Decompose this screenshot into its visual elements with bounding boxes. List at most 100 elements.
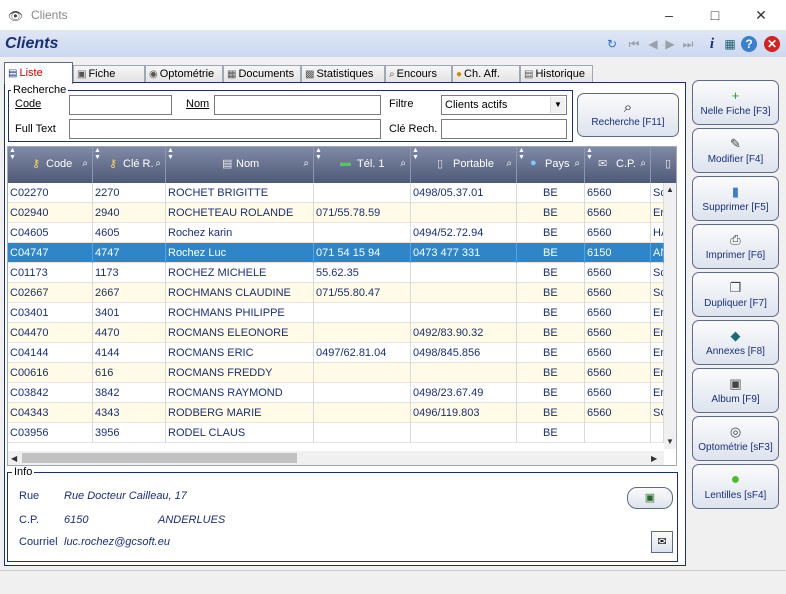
cell-code: C04144 (8, 343, 93, 363)
list-icon: ▤ (8, 68, 18, 79)
table-row[interactable]: C04747 4747 Rochez Luc 071 54 15 94 0473 477… (8, 243, 664, 263)
filter-key-icon[interactable]: ⌕ (640, 158, 646, 169)
tab-liste[interactable]: ▤ Liste (4, 62, 73, 84)
filter-key-icon[interactable]: ⌕ (400, 158, 406, 169)
table-row[interactable]: C02667 2667 ROCHMANS CLAUDINE 071/55.80.47 B… (8, 283, 664, 303)
refresh-icon[interactable]: ↻ (604, 36, 620, 52)
delete-button[interactable]: ▮ Supprimer [F5] (692, 176, 779, 221)
nom-input[interactable] (214, 95, 381, 115)
optometrie-button[interactable]: ◎ Optométrie [sF3] (692, 416, 779, 461)
duplicate-icon: ❐ (729, 280, 742, 295)
edit-button[interactable]: ✎ Modifier [F4] (692, 128, 779, 173)
maximize-button[interactable]: □ (692, 0, 738, 31)
search-button[interactable]: ⌕ Recherche [F11] (577, 93, 679, 137)
table-row[interactable]: C03401 3401 ROCHMANS PHILIPPE BE 6560 Er (8, 303, 664, 323)
cell-cp: 6560 (585, 263, 651, 283)
close-module-icon[interactable]: ✕ (764, 36, 780, 52)
map-button[interactable]: ▣ (627, 487, 673, 509)
cell-cle-r: 1173 (93, 263, 166, 283)
column-header-city[interactable]: ▯ (651, 147, 676, 183)
first-record-icon[interactable]: ⏮ (626, 36, 642, 52)
fulltext-input[interactable] (69, 119, 381, 139)
filter-key-icon[interactable]: ⌕ (506, 158, 512, 169)
vertical-scrollbar[interactable]: ▲ ▼ (664, 183, 676, 449)
cell-city: AN (651, 243, 664, 263)
scroll-left-icon[interactable]: ◀ (11, 454, 17, 463)
globe-icon: ● (530, 157, 537, 169)
filter-key-icon[interactable]: ⌕ (574, 158, 580, 169)
search-group-label: Recherche (11, 84, 69, 96)
print-button[interactable]: ⎙ Imprimer [F6] (692, 224, 779, 269)
cell-cp: 6560 (585, 383, 651, 403)
cell-city: Sc (651, 183, 664, 203)
table-row[interactable]: C04470 4470 ROCMANS ELEONORE 0492/83.90.32 B… (8, 323, 664, 343)
cell-pays: BE (517, 283, 585, 303)
tab-fiche[interactable]: ▣ Fiche (73, 65, 145, 83)
tab-statistiques[interactable]: ▩ Statistiques (301, 65, 385, 83)
cle-rech-label: Clé Rech. (389, 123, 438, 135)
scroll-right-icon[interactable]: ▶ (651, 454, 657, 463)
code-input[interactable] (69, 95, 172, 115)
courriel-label: Courriel (19, 536, 58, 548)
next-record-icon[interactable]: ▶ (662, 36, 678, 52)
column-header-tel1[interactable]: ▲ ▼ ▬ Tél. 1 ⌕ (314, 147, 411, 183)
tab-optometrie[interactable]: ◉ Optométrie (145, 65, 223, 83)
help-icon[interactable]: ? (741, 36, 757, 52)
cell-portable (411, 203, 517, 223)
scroll-down-icon[interactable]: ▼ (666, 437, 674, 446)
lentilles-button[interactable]: ● Lentilles [sF4] (692, 464, 779, 509)
column-header-cp[interactable]: ▲ ▼ ✉ C.P. ⌕ (585, 147, 651, 183)
cell-code: C04470 (8, 323, 93, 343)
cle-rech-input[interactable] (441, 119, 567, 139)
table-row[interactable]: C04144 4144 ROCMANS ERIC 0497/62.81.04 0498/… (8, 343, 664, 363)
calculator-icon[interactable]: ▦ (722, 36, 738, 52)
horizontal-scroll-thumb[interactable] (22, 453, 297, 463)
table-row[interactable]: C00616 616 ROCMANS FREDDY BE 6560 Er (8, 363, 664, 383)
filter-key-icon[interactable]: ⌕ (82, 158, 88, 169)
column-header-nom[interactable]: ▲ ▼ ▤ Nom ⌕ (166, 147, 314, 183)
column-header-code[interactable]: ▲ ▼ ⚷ Code ⌕ (8, 147, 93, 183)
cell-tel1 (314, 403, 411, 423)
tab-ch-aff[interactable]: ● Ch. Aff. (452, 65, 520, 83)
new-file-button[interactable]: + Nelle Fiche [F3] (692, 80, 779, 125)
tab-encours[interactable]: ⌕ Encours (385, 65, 452, 83)
info-icon[interactable]: i (704, 36, 720, 52)
table-row[interactable]: C03842 3842 ROCMANS RAYMOND 0498/23.67.49 BE… (8, 383, 664, 403)
cell-portable: 0473 477 331 (411, 243, 517, 263)
column-header-cle-r[interactable]: ▲ ▼ ⚷ Clé R. ⌕ (93, 147, 166, 183)
cell-pays: BE (517, 343, 585, 363)
last-record-icon[interactable]: ⏭ (680, 36, 696, 52)
scroll-up-icon[interactable]: ▲ (666, 185, 674, 194)
tab-documents[interactable]: ▦ Documents (223, 65, 301, 83)
duplicate-button[interactable]: ❐ Dupliquer [F7] (692, 272, 779, 317)
tab-historique[interactable]: ▤ Historique (520, 65, 593, 83)
close-window-button[interactable]: ✕ (738, 0, 784, 31)
minimize-button[interactable]: – (646, 0, 692, 31)
table-row[interactable]: C04343 4343 RODBERG MARIE 0496/119.803 BE 656… (8, 403, 664, 423)
album-button[interactable]: ▣ Album [F9] (692, 368, 779, 413)
table-row[interactable]: C04605 4605 Rochez karin 0494/52.72.94 BE 656… (8, 223, 664, 243)
table-row[interactable]: C011731173ROCHEZ MICHELE55.62.35 BE6560Sc (8, 263, 664, 283)
cell-cp: 6560 (585, 283, 651, 303)
info-group-label: Info (12, 466, 35, 478)
column-header-portable[interactable]: ▲ ▼ ▯ Portable ⌕ (411, 147, 517, 183)
cell-portable: 0498/05.37.01 (411, 183, 517, 203)
send-email-button[interactable]: ✉ (651, 531, 673, 553)
cell-cle-r: 3401 (93, 303, 166, 323)
cell-cp: 6560 (585, 403, 651, 423)
stats-icon: ▩ (305, 69, 315, 80)
cell-cp: 6560 (585, 223, 651, 243)
cell-pays: BE (517, 403, 585, 423)
cell-code: C02667 (8, 283, 93, 303)
table-row[interactable]: C02270 2270 ROCHET BRIGITTE 0498/05.37.01 BE… (8, 183, 664, 203)
column-header-pays[interactable]: ▲ ▼ ● Pays ⌕ (517, 147, 585, 183)
chevron-down-icon[interactable]: ▼ (550, 97, 565, 113)
filter-key-icon[interactable]: ⌕ (303, 158, 309, 169)
table-row[interactable]: C03956 3956 RODEL CLAUS BE (8, 423, 664, 443)
filter-key-icon[interactable]: ⌕ (155, 158, 161, 169)
previous-record-icon[interactable]: ◀ (645, 36, 661, 52)
table-row[interactable]: C02940 2940 ROCHETEAU ROLANDE 071/55.78.59 B… (8, 203, 664, 223)
filtre-select[interactable]: Clients actifs ▼ (441, 95, 567, 115)
annexes-button[interactable]: ◆ Annexes [F8] (692, 320, 779, 365)
horizontal-scrollbar[interactable]: ◀ ▶ (8, 451, 664, 465)
